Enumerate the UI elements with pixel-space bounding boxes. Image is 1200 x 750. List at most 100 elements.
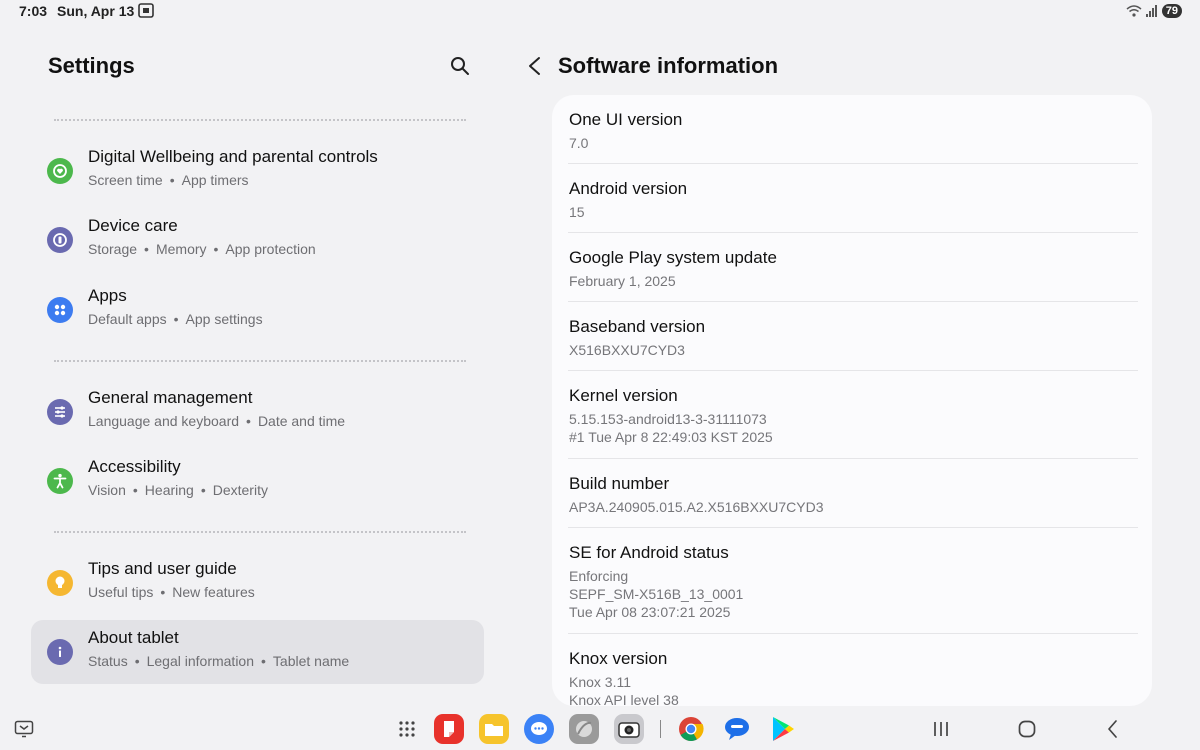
subtitle-part: Legal information — [146, 653, 255, 669]
menu-item-title: Digital Wellbeing and parental controls — [88, 147, 378, 166]
info-row-value: February 1, 2025 — [569, 273, 676, 289]
camera-icon[interactable] — [614, 714, 644, 744]
messages-icon[interactable] — [524, 714, 554, 744]
menu-item-title: Apps — [88, 286, 127, 305]
menu-item-title: General management — [88, 388, 253, 407]
accessibility-icon — [47, 468, 73, 494]
subtitle-part: App settings — [185, 311, 263, 327]
subtitle-part: Screen time — [88, 172, 163, 188]
wellbeing-icon — [47, 158, 73, 184]
info-icon — [47, 639, 73, 665]
settings-title: Settings — [48, 53, 135, 78]
info-row-baseband-version[interactable]: Baseband version X516BXXU7CYD3 — [552, 302, 1152, 371]
menu-item-title: Accessibility — [88, 457, 181, 476]
menu-item-subtitle: Default apps • App settings — [88, 311, 263, 327]
info-row-kernel-version[interactable]: Kernel version 5.15.153-android13-3-3111… — [552, 371, 1152, 459]
chrome-icon[interactable] — [676, 714, 706, 744]
software-info-card: One UI version 7.0 Android version 15 Go… — [552, 95, 1152, 706]
info-row-value: Enforcing SEPF_SM-X516B_13_0001 Tue Apr 08… — [569, 568, 744, 620]
menu-item-accessibility[interactable]: Accessibility Vision • Hearing • Dexterity — [31, 449, 484, 513]
menu-item-title: Tips and user guide — [88, 559, 237, 578]
tips-icon — [47, 570, 73, 596]
menu-item-title: Device care — [88, 216, 178, 235]
info-row-title: Knox version — [569, 649, 668, 668]
subtitle-part: App protection — [225, 241, 316, 257]
play-store-icon[interactable] — [768, 714, 798, 744]
info-row-build-number[interactable]: Build number AP3A.240905.015.A2.X516BXXU… — [552, 459, 1152, 528]
info-row-value: 7.0 — [569, 135, 589, 151]
menu-item-subtitle: Status • Legal information • Tablet name — [88, 653, 350, 669]
subtitle-part: Language and keyboard — [88, 413, 240, 429]
signal-icon — [1145, 5, 1157, 17]
info-row-se-android-status[interactable]: SE for Android status Enforcing SEPF_SM-X… — [552, 528, 1152, 634]
menu-item-subtitle: Storage • Memory • App protection — [88, 241, 316, 257]
menu-item-subtitle: Vision • Hearing • Dexterity — [88, 482, 268, 498]
info-row-google-play-update[interactable]: Google Play system update February 1, 20… — [552, 233, 1152, 302]
info-row-value: 5.15.153-android13-3-31111073 #1 Tue Apr … — [569, 411, 773, 445]
status-date: Sun, Apr 13 — [57, 3, 135, 19]
subtitle-part: Status — [88, 653, 128, 669]
general-management-icon — [47, 399, 73, 425]
subtitle-part: Date and time — [257, 413, 346, 429]
subtitle-part: Vision — [88, 482, 126, 498]
samsung-internet-icon[interactable] — [569, 714, 599, 744]
home-button[interactable] — [1016, 718, 1038, 740]
dock-separator — [660, 720, 661, 738]
battery-indicator: 79 — [1161, 4, 1182, 18]
wifi-icon — [1126, 5, 1142, 17]
info-row-android-version[interactable]: Android version 15 — [552, 164, 1152, 233]
page-title: Software information — [558, 53, 779, 78]
status-indicators: 79 — [1126, 3, 1182, 19]
section-divider — [54, 531, 466, 533]
subtitle-part: Hearing — [144, 482, 194, 498]
info-row-value: Knox 3.11 Knox API level 38 — [569, 674, 679, 706]
keyboard-switch-icon[interactable] — [14, 720, 34, 738]
navigation-bar — [0, 706, 1200, 750]
subtitle-part: Default apps — [88, 311, 167, 327]
subtitle-part: Memory — [155, 241, 207, 257]
chat-icon[interactable] — [722, 714, 752, 744]
menu-item-subtitle: Useful tips • New features — [88, 584, 255, 600]
subtitle-part: Storage — [88, 241, 138, 257]
info-row-title: Kernel version — [569, 386, 678, 405]
status-bar: 7:03 Sun, Apr 13 79 — [0, 0, 1200, 24]
menu-item-tips[interactable]: Tips and user guide Useful tips • New feat… — [31, 551, 484, 615]
subtitle-part: Tablet name — [272, 653, 350, 669]
my-files-icon[interactable] — [479, 714, 509, 744]
subtitle-part: Dexterity — [212, 482, 268, 498]
info-row-value: 15 — [569, 204, 585, 220]
menu-item-device-care[interactable]: Device care Storage • Memory • App protectio… — [31, 208, 484, 272]
apps-icon — [47, 297, 73, 323]
info-row-knox-version[interactable]: Knox version Knox 3.11 Knox API level 38 — [552, 634, 1152, 706]
info-row-value: AP3A.240905.015.A2.X516BXXU7CYD3 — [569, 499, 824, 515]
info-row-title: SE for Android status — [569, 543, 729, 562]
menu-item-general-management[interactable]: General management Language and keyboard… — [31, 380, 484, 444]
back-button[interactable] — [1102, 718, 1124, 740]
info-row-value: X516BXXU7CYD3 — [569, 342, 685, 358]
subtitle-part: New features — [172, 584, 255, 600]
info-row-title: Google Play system update — [569, 248, 777, 267]
menu-item-subtitle: Language and keyboard • Date and time — [88, 413, 346, 429]
status-time: 7:03 — [19, 3, 48, 19]
menu-item-title: About tablet — [88, 628, 179, 647]
subtitle-part: App timers — [181, 172, 249, 188]
menu-item-apps[interactable]: Apps Default apps • App settings — [31, 278, 484, 342]
info-row-title: One UI version — [569, 110, 683, 129]
back-arrow-icon[interactable] — [524, 55, 546, 77]
info-row-title: Baseband version — [569, 317, 706, 336]
screenshot-icon — [138, 3, 154, 18]
menu-item-subtitle: Screen time • App timers — [88, 172, 249, 188]
info-row-one-ui-version[interactable]: One UI version 7.0 — [552, 95, 1152, 164]
app-drawer-icon[interactable] — [392, 714, 422, 744]
recent-apps-button[interactable] — [930, 718, 952, 740]
samsung-notes-icon[interactable] — [434, 714, 464, 744]
section-divider — [54, 360, 466, 362]
info-row-title: Build number — [569, 474, 670, 493]
subtitle-part: Useful tips — [88, 584, 154, 600]
menu-item-about-tablet[interactable]: About tablet Status • Legal information • Ta… — [31, 620, 484, 684]
menu-item-digital-wellbeing[interactable]: Digital Wellbeing and parental controls … — [31, 139, 484, 203]
device-care-icon — [47, 227, 73, 253]
section-divider — [54, 119, 466, 121]
search-icon[interactable] — [449, 55, 471, 77]
info-row-title: Android version — [569, 179, 688, 198]
